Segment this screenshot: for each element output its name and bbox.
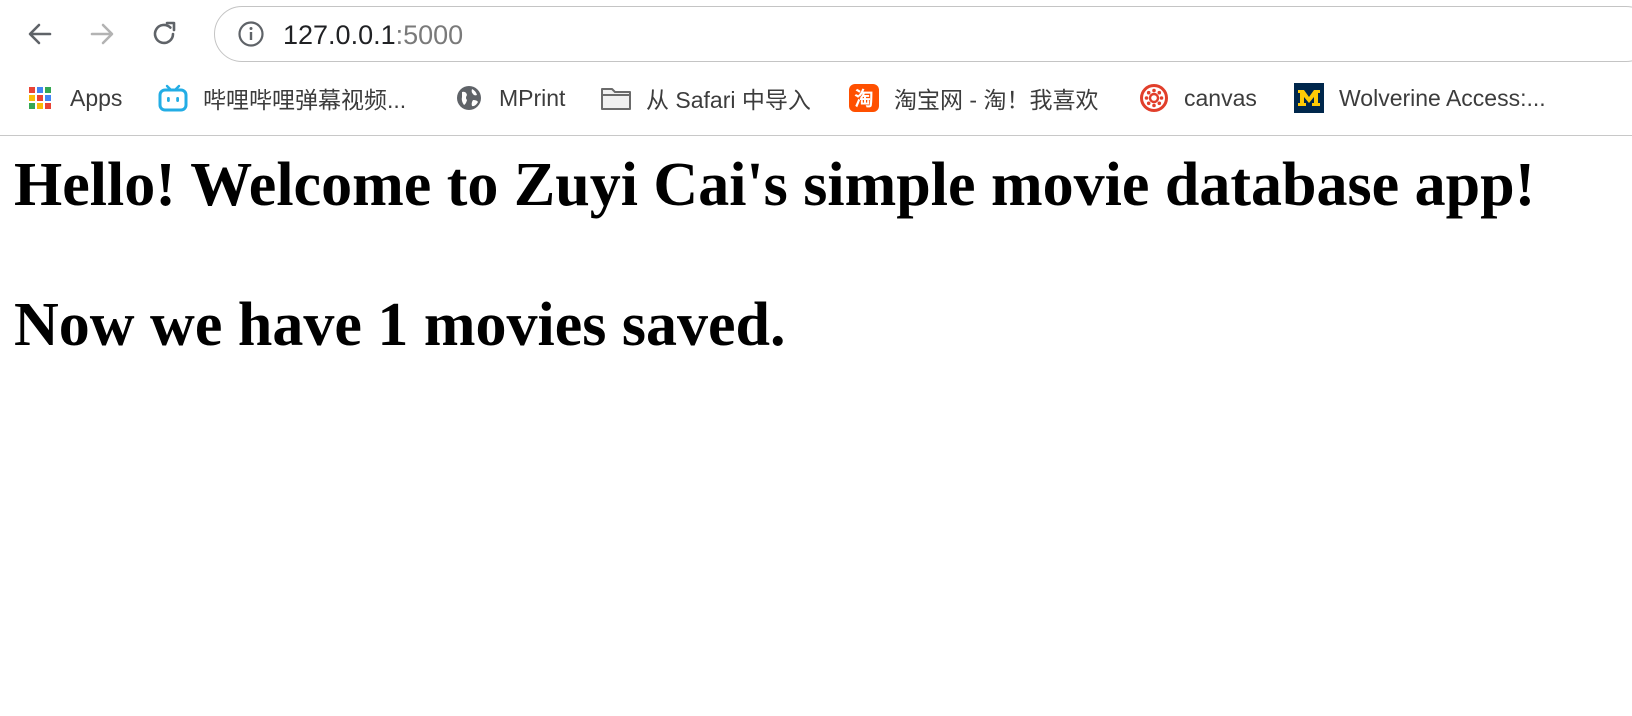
bookmark-safari-import[interactable]: 从 Safari 中导入 [600, 76, 811, 120]
canvas-icon [1138, 82, 1170, 114]
michigan-m-icon [1293, 82, 1325, 114]
bookmark-label: canvas [1184, 84, 1257, 111]
taobao-icon: 淘 [848, 82, 880, 114]
reload-icon [153, 21, 176, 45]
arrow-right-icon [90, 23, 114, 45]
bookmark-label: Apps [70, 84, 123, 111]
address-bar[interactable]: 127.0.0.1:5000 [214, 6, 1632, 62]
bookmark-bilibili[interactable]: 哔哩哔哩弹幕视频... [157, 76, 406, 120]
bookmark-label: 从 Safari 中导入 [646, 87, 811, 113]
bookmark-label: 淘宝网 - 淘！我喜欢 [894, 87, 1099, 113]
bookmark-label: MPrint [499, 84, 566, 111]
reload-button[interactable] [144, 14, 184, 54]
bookmark-label: 哔哩哔哩弹幕视频... [203, 87, 407, 113]
info-circle-icon[interactable] [237, 20, 265, 48]
welcome-heading: Hello! Welcome to Zuyi Cai's simple movi… [14, 151, 1536, 219]
bookmark-wolverine-access[interactable]: Wolverine Access:... [1293, 76, 1546, 120]
forward-button[interactable] [82, 14, 122, 54]
movie-count-heading: Now we have 1 movies saved. [14, 291, 786, 359]
bookmark-taobao[interactable]: 淘 淘宝网 - 淘！我喜欢 [848, 76, 1098, 120]
bookmark-apps[interactable]: Apps [24, 76, 122, 120]
folder-icon [600, 82, 632, 114]
browser-toolbar: 127.0.0.1:5000 [0, 0, 1632, 68]
arrow-left-icon [28, 23, 52, 45]
bookmark-mprint[interactable]: MPrint [453, 76, 565, 120]
svg-text:淘: 淘 [854, 87, 873, 110]
back-button[interactable] [20, 14, 60, 54]
url-host: 127.0.0.1 [283, 20, 396, 50]
browser-chrome: 127.0.0.1:5000 Apps 哔哩哔哩弹幕视频... MPrint 从… [0, 0, 1632, 136]
bilibili-tv-icon [157, 82, 189, 114]
url-port: :5000 [395, 20, 464, 50]
bookmark-label: Wolverine Access:... [1339, 84, 1546, 111]
apps-grid-icon [24, 82, 56, 114]
bookmarks-bar: Apps 哔哩哔哩弹幕视频... MPrint 从 Safari 中导入 淘 淘… [0, 76, 1632, 120]
url-text[interactable]: 127.0.0.1:5000 [283, 20, 463, 50]
globe-icon [453, 82, 485, 114]
bookmark-canvas[interactable]: canvas [1138, 76, 1257, 120]
